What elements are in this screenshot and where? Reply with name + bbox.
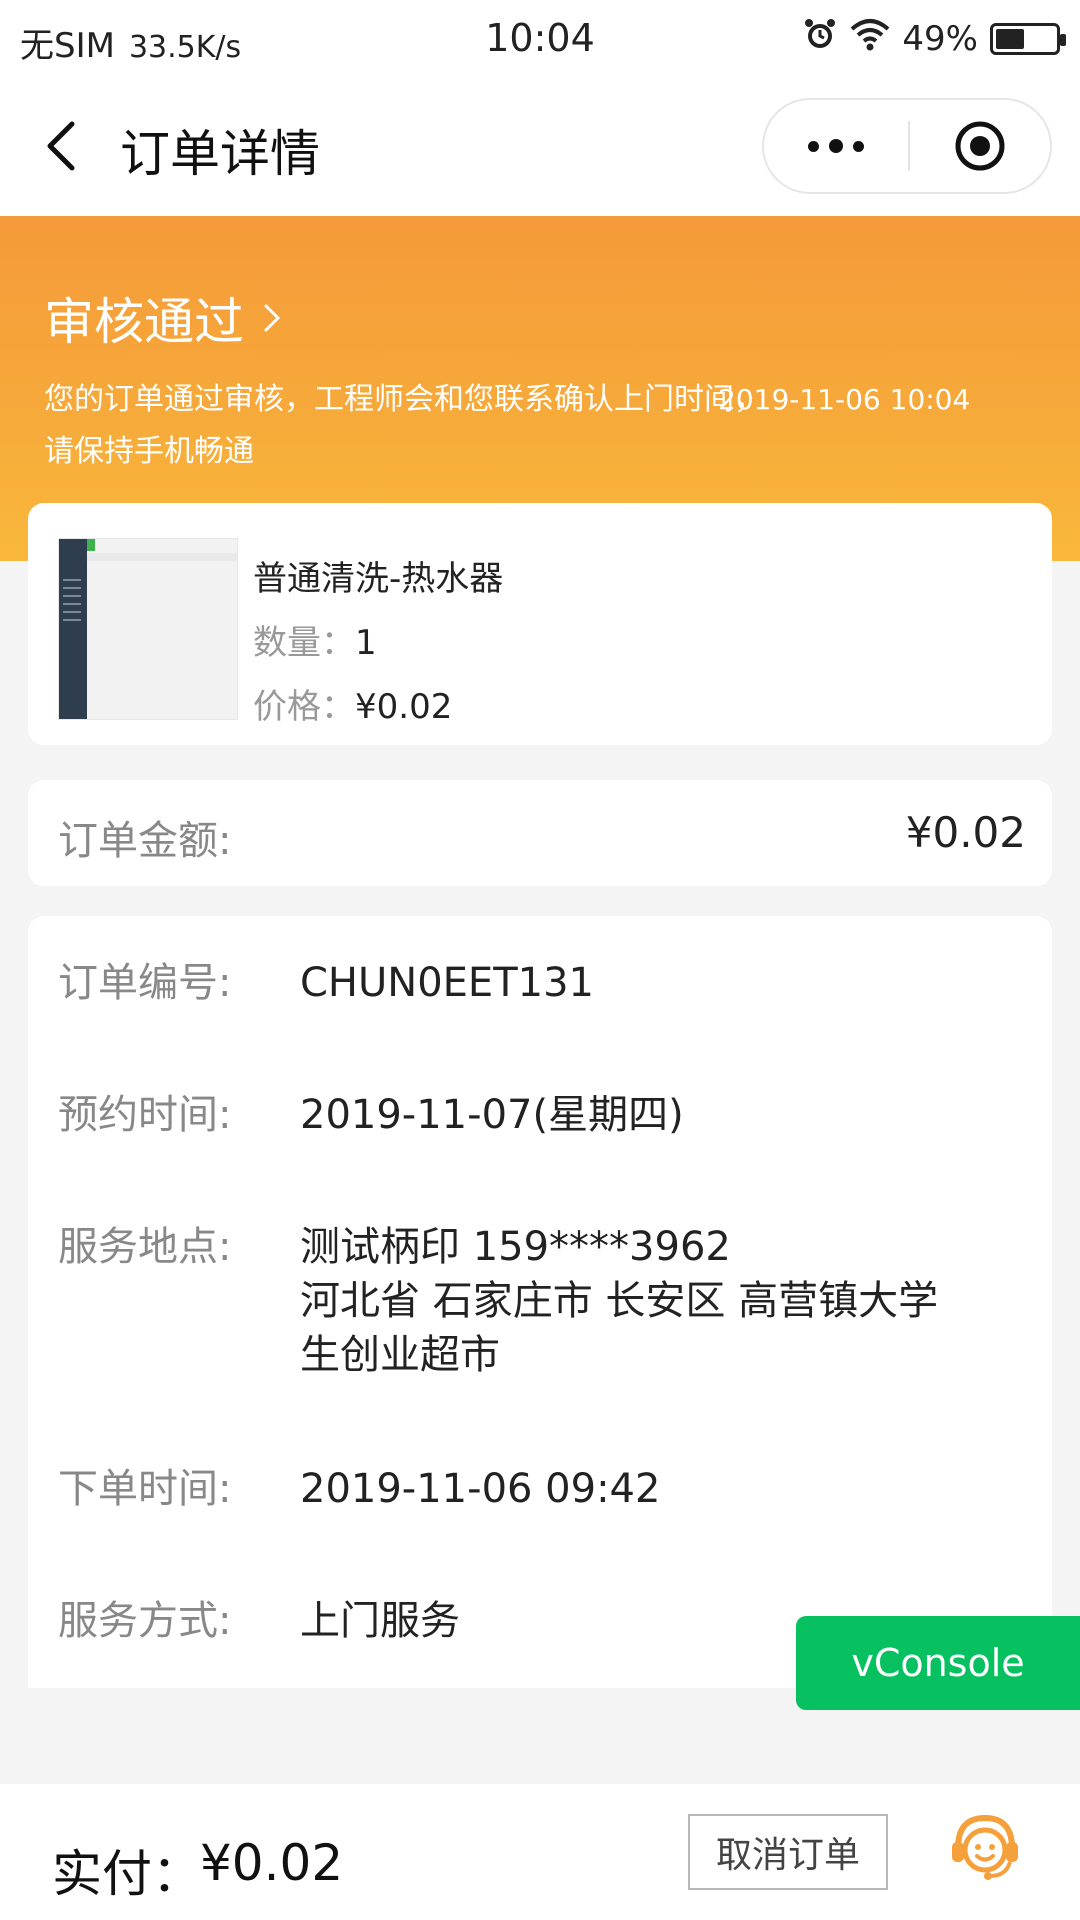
paid-amount: ¥0.02: [200, 1834, 344, 1892]
order-amount-label: 订单金额:: [58, 818, 232, 864]
customer-service-button[interactable]: [940, 1802, 1030, 1892]
chevron-left-icon: [47, 121, 75, 171]
more-dot-icon: [808, 140, 819, 152]
product-quantity-row: 数量：1: [253, 615, 377, 664]
order-number: CHUN0EET131: [300, 960, 594, 1006]
contact-line: 测试柄印 159****3962: [300, 1224, 731, 1270]
product-thumbnail: [58, 538, 238, 720]
nav-bar: 订单详情: [0, 76, 1080, 216]
info-label: 服务地点:: [58, 1224, 232, 1270]
info-label: 下单时间:: [58, 1466, 232, 1512]
mini-program-capsule: [762, 98, 1052, 194]
close-miniprogram-button[interactable]: [910, 100, 1050, 192]
vconsole-button[interactable]: vConsole: [796, 1616, 1080, 1710]
customer-service-icon: [952, 1814, 1018, 1880]
order-status-timestamp: 2019-11-06 10:04: [718, 383, 971, 416]
quantity-value: 1: [355, 623, 377, 663]
cancel-order-button[interactable]: 取消订单: [688, 1814, 888, 1890]
price-label: 价格：: [253, 687, 355, 727]
bottom-bar: 实付： ¥0.02 取消订单: [0, 1784, 1080, 1920]
order-number-row: 订单编号: CHUN0EET131: [58, 956, 1032, 1010]
battery-percent: 49%: [902, 18, 978, 59]
service-address: 测试柄印 159****3962 河北省 石家庄市 长安区 高营镇大学 生创业超…: [300, 1220, 938, 1382]
status-bar: 无SIM 33.5K/s 10:04 49%: [0, 0, 1080, 76]
more-button[interactable]: [764, 100, 908, 192]
more-dot-icon: [829, 139, 843, 153]
wifi-icon: [850, 17, 890, 60]
service-method: 上门服务: [300, 1598, 460, 1644]
order-time: 2019-11-06 09:42: [300, 1466, 661, 1512]
order-time-row: 下单时间: 2019-11-06 09:42: [58, 1462, 1032, 1516]
appointment-time-row: 预约时间: 2019-11-07(星期四): [58, 1088, 1032, 1142]
battery-level: [996, 28, 1024, 49]
page-title: 订单详情: [120, 125, 320, 183]
info-label: 服务方式:: [58, 1598, 232, 1644]
address-line: 河北省 石家庄市 长安区 高营镇大学: [300, 1278, 939, 1324]
battery-icon: [990, 22, 1066, 55]
info-label: 订单编号:: [58, 960, 232, 1006]
chevron-right-icon: [264, 304, 281, 332]
alarm-icon: [802, 16, 838, 61]
order-amount-card: 订单金额: ¥0.02: [28, 780, 1052, 886]
more-dot-icon: [853, 140, 864, 152]
product-name: 普通清洗-热水器: [253, 559, 504, 599]
info-label: 预约时间:: [58, 1092, 232, 1138]
quantity-label: 数量：: [253, 623, 355, 663]
appointment-time: 2019-11-07(星期四): [300, 1092, 684, 1138]
paid-label: 实付：: [52, 1845, 202, 1903]
order-status-link[interactable]: 审核通过: [44, 282, 284, 354]
status-right: 49%: [802, 16, 1066, 61]
price-value: ¥0.02: [355, 687, 453, 727]
target-icon: [955, 121, 1005, 171]
order-status-title: 审核通过: [44, 293, 244, 351]
back-button[interactable]: [36, 116, 96, 176]
product-price-row: 价格：¥0.02: [253, 679, 452, 728]
order-amount-value: ¥0.02: [905, 808, 1026, 857]
service-address-row: 服务地点: 测试柄印 159****3962 河北省 石家庄市 长安区 高营镇大…: [58, 1220, 1032, 1382]
order-info-card: 订单编号: CHUN0EET131 预约时间: 2019-11-07(星期四) …: [28, 916, 1052, 1688]
product-card[interactable]: 普通清洗-热水器 数量：1 价格：¥0.02: [28, 503, 1052, 745]
address-line: 生创业超市: [300, 1332, 500, 1378]
order-status-description: 您的订单通过审核，工程师会和您联系确认上门时间，请保持手机畅通: [44, 382, 764, 469]
